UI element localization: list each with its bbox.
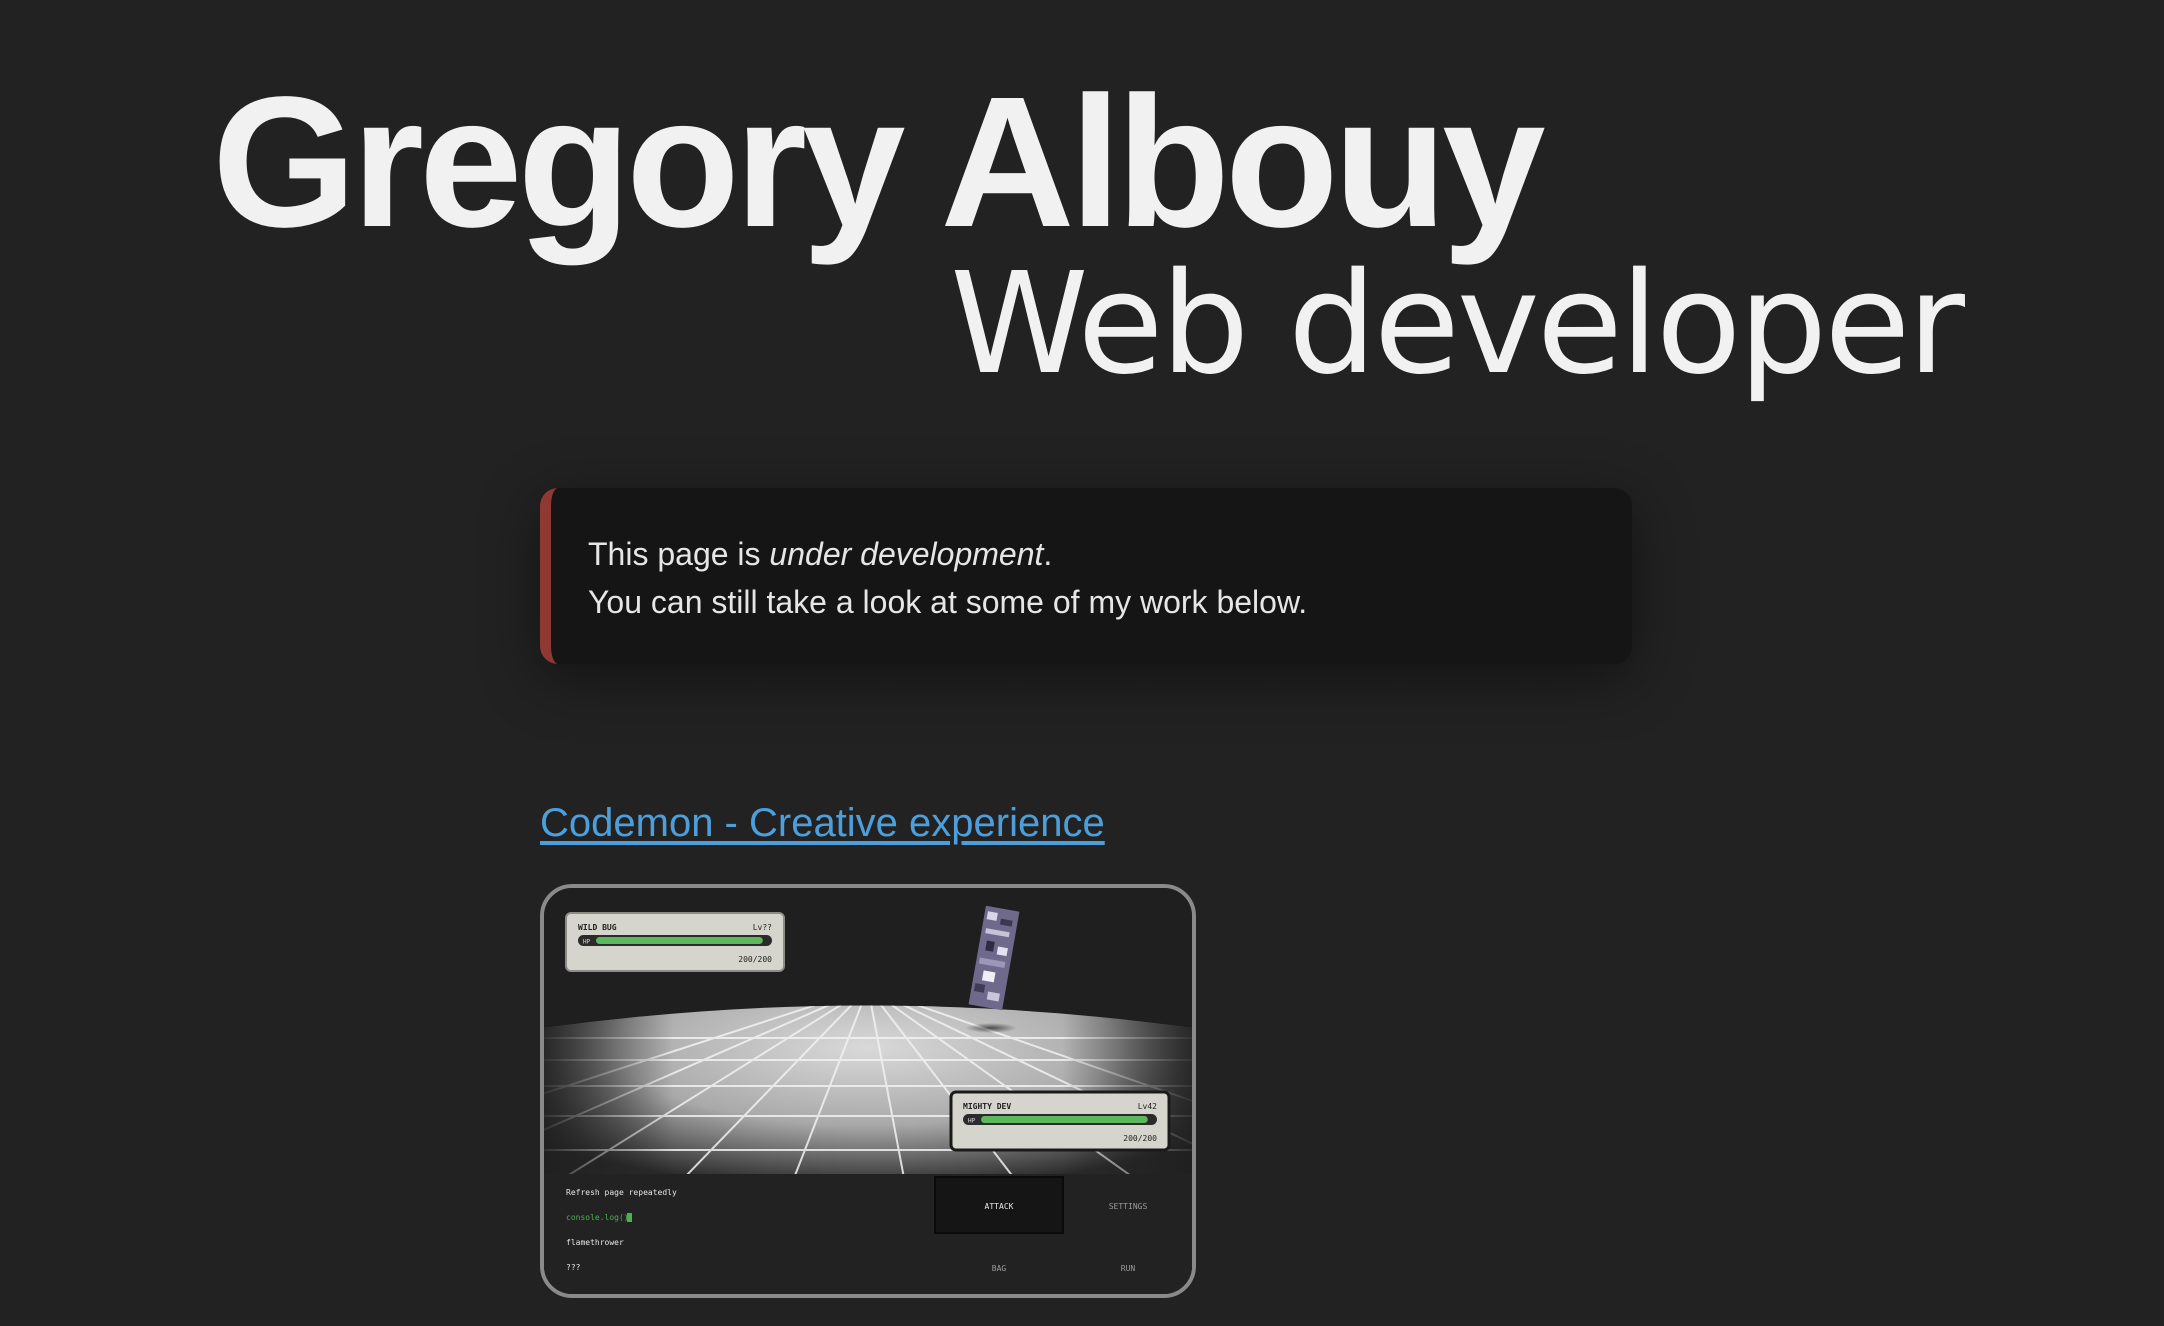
- player-status-box: MIGHTY DEV Lv42 HP 200/200: [949, 1090, 1171, 1152]
- player-hp-label: HP: [968, 1118, 976, 1125]
- player-name: MIGHTY DEV: [963, 1102, 1011, 1111]
- log-line-4: ???: [566, 1263, 581, 1272]
- enemy-level: Lv??: [753, 923, 772, 932]
- codemon-screenshot: WILD BUG Lv?? HP 200/200 MIGHTY DEV Lv42…: [544, 888, 1192, 1294]
- menu-settings: SETTINGS: [1109, 1202, 1148, 1211]
- log-line-1: Refresh page repeatedly: [566, 1188, 677, 1197]
- page: Gregory Albouy Web developer This page i…: [0, 0, 2164, 1326]
- player-hp-value: 200/200: [1123, 1134, 1157, 1143]
- enemy-hp-value: 200/200: [738, 955, 772, 964]
- notice-emphasis: under development: [769, 536, 1044, 572]
- project-preview-codemon[interactable]: WILD BUG Lv?? HP 200/200 MIGHTY DEV Lv42…: [540, 884, 1196, 1298]
- notice-suffix: .: [1043, 536, 1053, 572]
- enemy-name: WILD BUG: [578, 923, 617, 932]
- player-level: Lv42: [1138, 1102, 1157, 1111]
- menu-attack: ATTACK: [985, 1202, 1014, 1211]
- notice-line-1: This page is under development.: [588, 530, 1632, 578]
- notice-prefix: This page is: [588, 536, 770, 572]
- enemy-hp-bar: [596, 937, 763, 944]
- enemy-hp-label: HP: [583, 939, 591, 946]
- hero-name: Gregory Albouy: [212, 59, 1546, 266]
- notice-line-2: You can still take a look at some of my …: [588, 584, 1308, 620]
- hero-role: Web developer: [950, 243, 1965, 406]
- menu-bag: BAG: [992, 1264, 1007, 1273]
- menu-run: RUN: [1121, 1264, 1136, 1273]
- project-link-codemon[interactable]: Codemon - Creative experience: [540, 798, 1105, 848]
- log-line-3: flamethrower: [566, 1238, 624, 1247]
- enemy-status-box: WILD BUG Lv?? HP 200/200: [565, 912, 785, 972]
- log-line-2: console.log(): [566, 1213, 629, 1222]
- player-hp-bar: [981, 1116, 1148, 1123]
- development-notice: This page is under development. You can …: [540, 488, 1632, 664]
- console-cursor: [627, 1213, 632, 1222]
